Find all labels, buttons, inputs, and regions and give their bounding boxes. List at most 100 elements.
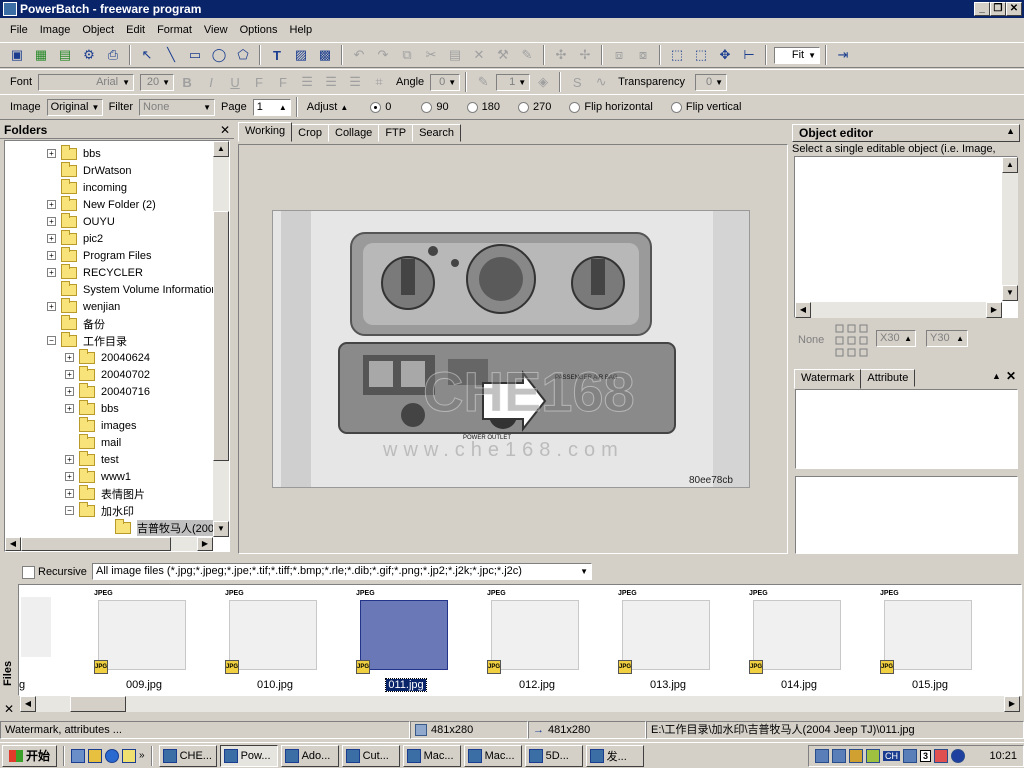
text-frame-icon[interactable]: ⌗	[368, 71, 390, 93]
expand-icon[interactable]: +	[47, 268, 56, 277]
group-icon[interactable]: ⧈	[608, 44, 630, 66]
folder-tree-item[interactable]: +20040702	[65, 365, 150, 383]
adjust-button[interactable]: Adjust ▲	[303, 101, 353, 113]
notepad-icon[interactable]	[122, 748, 137, 763]
font-select[interactable]: Arial ▼	[38, 73, 135, 91]
folder-tree-scrollbar[interactable]: ▲ ▼	[213, 141, 229, 537]
taskbar-button[interactable]: 发...	[585, 744, 644, 767]
taskbar-button[interactable]: Mac...	[402, 744, 461, 767]
font-size-select[interactable]: 20 ▼	[140, 73, 175, 91]
folder-tree-item[interactable]: + OUYU	[47, 212, 115, 230]
thumbnail-item[interactable]: JPEG JPG 011.jpg	[356, 590, 456, 694]
image-icon[interactable]: ▨	[290, 44, 312, 66]
folder-tree-hscrollbar[interactable]: ◀ ▶	[5, 537, 213, 551]
folder-tree-item[interactable]: − 工作目录	[47, 331, 127, 349]
hammer-icon[interactable]: ⚒	[492, 44, 514, 66]
scroll-thumb[interactable]	[213, 211, 229, 461]
attribute-panel[interactable]	[795, 476, 1018, 554]
menu-view[interactable]: View	[198, 24, 234, 36]
shadow-icon[interactable]: S	[566, 71, 588, 93]
italic-icon[interactable]: I	[200, 71, 222, 93]
close-icon[interactable]: ✕	[220, 123, 230, 137]
app-icon[interactable]	[3, 2, 17, 16]
expand-icon[interactable]: +	[47, 251, 56, 260]
paste-icon[interactable]: ▤	[444, 44, 466, 66]
folder-tree-item[interactable]: + wenjian	[47, 297, 120, 315]
save-icon[interactable]: ▣	[6, 44, 28, 66]
align-left-icon[interactable]: ☰	[296, 71, 318, 93]
folder-tree-item[interactable]: + www1	[65, 467, 131, 485]
undo-icon[interactable]: ↶	[348, 44, 370, 66]
scroll-down-icon[interactable]: ▼	[1002, 285, 1018, 301]
align-icon[interactable]: ✣	[550, 44, 572, 66]
scroll-right-icon[interactable]: ▶	[986, 302, 1002, 318]
thumbnail-item[interactable]: JPEG JPG 010.jpg	[225, 590, 325, 694]
expand-icon[interactable]: +	[47, 217, 56, 226]
start-button[interactable]: 开始	[2, 744, 58, 767]
thumbnail-hscrollbar[interactable]: ◀ ▶	[20, 696, 1020, 712]
taskbar-button[interactable]: CHE...	[158, 744, 217, 767]
expand-icon[interactable]: +	[65, 472, 74, 481]
folder-tree-item[interactable]: + bbs	[65, 399, 119, 417]
update-icon[interactable]	[951, 748, 966, 763]
folder-tree-item[interactable]: +20040716	[65, 382, 150, 400]
network-icon[interactable]	[815, 748, 829, 763]
tray-number[interactable]: 3	[920, 749, 932, 762]
delete-icon[interactable]: ✕	[468, 44, 490, 66]
select-frame-icon[interactable]: ⬚	[690, 44, 712, 66]
scroll-up-icon[interactable]: ▲	[213, 141, 229, 157]
thumbnail-item[interactable]: JPEG JPG 013.jpg	[618, 590, 718, 694]
thumbnail-item[interactable]: JPEG JPG 015.jpg	[880, 590, 980, 694]
expand-icon[interactable]: +	[65, 489, 74, 498]
menu-format[interactable]: Format	[151, 24, 198, 36]
expand-icon[interactable]: +	[65, 370, 74, 379]
print-icon[interactable]: ⎙	[102, 44, 124, 66]
tab-search[interactable]: Search	[412, 124, 461, 142]
y-position-input[interactable]: Y30 ▲	[926, 330, 968, 347]
folder-tree-item[interactable]: 吉普牧马人(2004	[101, 518, 221, 536]
menu-edit[interactable]: Edit	[120, 24, 151, 36]
scroll-right-icon[interactable]: ▶	[197, 537, 213, 551]
close-icon[interactable]: ✕	[4, 702, 14, 716]
anchor-grid-icon[interactable]	[834, 324, 870, 358]
menu-file[interactable]: File	[4, 24, 34, 36]
chevron-right-icon[interactable]: »	[139, 750, 145, 761]
cut-icon[interactable]: ✂	[420, 44, 442, 66]
folder-tree-item[interactable]: + RECYCLER	[47, 263, 143, 281]
copy-icon[interactable]: ⧉	[396, 44, 418, 66]
collapse-icon[interactable]: −	[65, 506, 74, 515]
folder-tree-item[interactable]: System Volume Information	[47, 280, 218, 298]
thumbnail-item[interactable]: JPEG JPG 014.jpg	[749, 590, 849, 694]
taskbar-button[interactable]: Mac...	[463, 744, 522, 767]
exit-icon[interactable]: ⇥	[832, 44, 854, 66]
flip-vertical-radio[interactable]: Flip vertical	[663, 101, 750, 113]
file-type-filter[interactable]: All image files (*.jpg;*.jpeg;*.jpe;*.ti…	[92, 563, 592, 580]
scroll-right-icon[interactable]: ▶	[1004, 696, 1020, 712]
folder-tree-item[interactable]: + pic2	[47, 229, 103, 247]
object-editor-list[interactable]	[794, 156, 1018, 318]
line-width-input[interactable]: 1 ▼	[496, 73, 531, 91]
underline-icon[interactable]: U	[224, 71, 246, 93]
filter-select[interactable]: None ▼	[139, 98, 216, 116]
menu-image[interactable]: Image	[34, 24, 77, 36]
recursive-checkbox[interactable]	[22, 566, 35, 579]
folder-tree-item[interactable]: + Program Files	[47, 246, 151, 264]
scroll-down-icon[interactable]: ▼	[213, 521, 229, 537]
expand-icon[interactable]: +	[47, 234, 56, 243]
move-icon[interactable]: ✥	[714, 44, 736, 66]
taskbar-button[interactable]: Ado...	[280, 744, 339, 767]
bold-icon[interactable]: B	[176, 71, 198, 93]
folder-tree-item[interactable]: − 加水印	[65, 501, 134, 519]
folder-tree-item[interactable]: + New Folder (2)	[47, 195, 156, 213]
scroll-left-icon[interactable]: ◀	[795, 302, 811, 318]
tab-collage[interactable]: Collage	[328, 124, 380, 142]
rotate-180-radio[interactable]: 180	[459, 101, 508, 113]
process-icon[interactable]: ▤	[54, 44, 76, 66]
folder-tree-item[interactable]: + bbs	[47, 144, 101, 162]
tab-crop[interactable]: Crop	[291, 124, 329, 142]
language-indicator[interactable]: CH	[883, 750, 900, 761]
rectangle-icon[interactable]: ▭	[184, 44, 206, 66]
rotate-0-radio[interactable]: 0	[362, 101, 399, 113]
folder-tree-item[interactable]: + 表情图片	[65, 484, 145, 502]
transparency-input[interactable]: 0 ▼	[695, 73, 727, 91]
